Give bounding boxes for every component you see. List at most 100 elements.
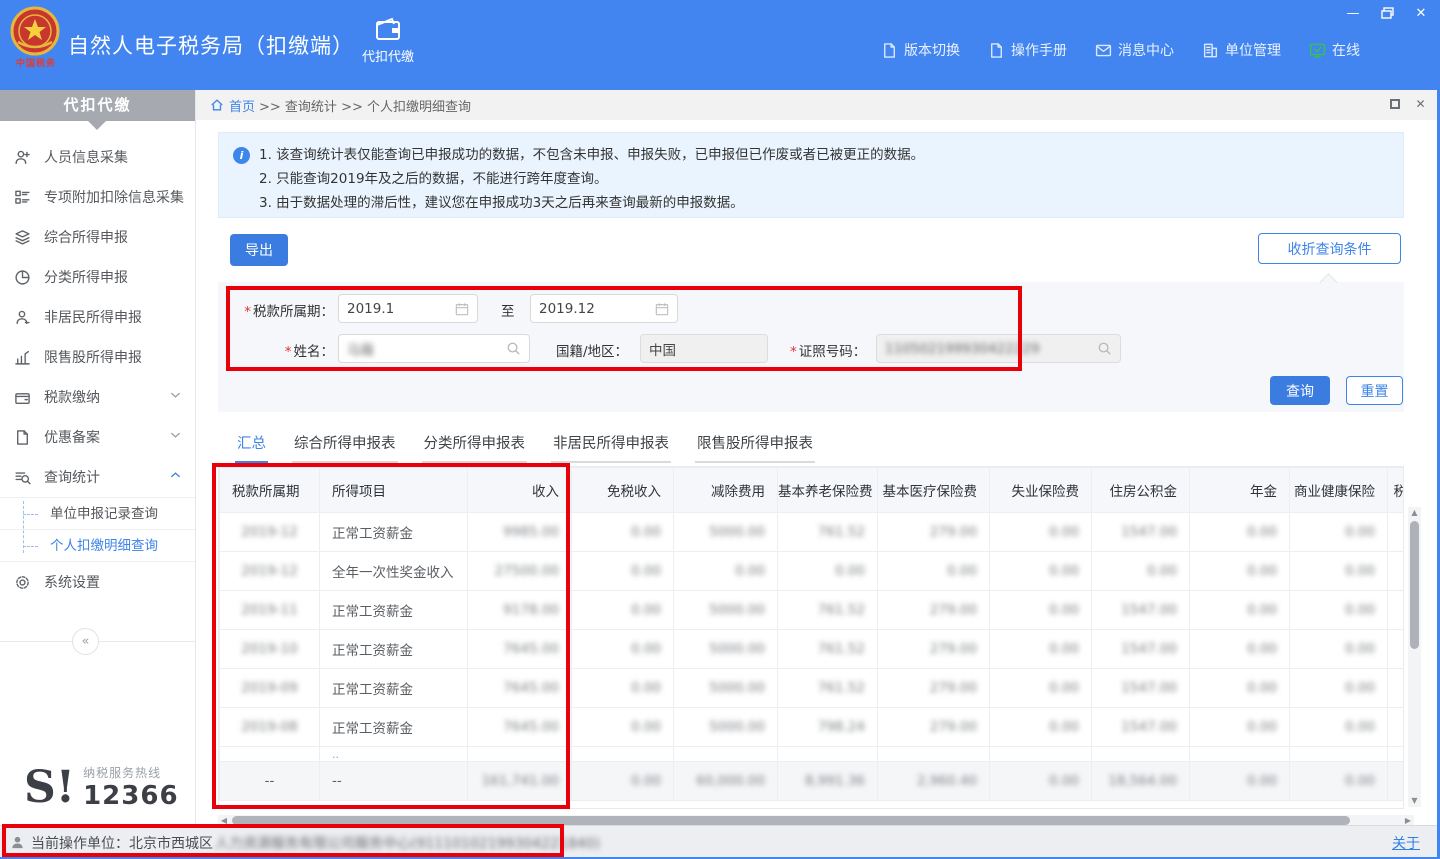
chevron-down-icon — [170, 391, 181, 399]
search-icon[interactable] — [1097, 341, 1112, 356]
sidebar-item-6[interactable]: 限售股所得申报 — [0, 337, 195, 377]
name-input[interactable]: 马薇 — [338, 334, 530, 363]
scroll-left-arrow[interactable]: ◀ — [218, 816, 230, 825]
result-tabs: 汇总综合所得申报表分类所得申报表非居民所得申报表限售股所得申报表 — [235, 428, 815, 463]
tab-5[interactable]: 限售股所得申报表 — [695, 428, 815, 463]
hotline-logo: S! 纳税服务热线 12366 — [24, 764, 179, 811]
window-minimize-button[interactable]: — — [1344, 4, 1362, 22]
top-menu-item-4[interactable]: 单位管理 — [1202, 40, 1281, 60]
app-title: 自然人电子税务局（扣缴端） — [68, 30, 354, 60]
table-row[interactable]: 2019-08正常工资薪金7645.000.005000.00798.24279… — [220, 708, 1405, 747]
sidebar-item-8[interactable]: 优惠备案 — [0, 417, 195, 457]
panel-close-button[interactable]: ✕ — [1414, 98, 1427, 111]
table-row[interactable]: 2019-11正常工资薪金9178.000.005000.00761.52279… — [220, 591, 1405, 630]
hotline-label: 纳税服务热线 — [83, 764, 178, 781]
home-icon — [210, 98, 224, 112]
scroll-up-arrow[interactable]: ▲ — [1408, 507, 1421, 519]
scroll-right-arrow[interactable]: ▶ — [1402, 816, 1414, 825]
tab-1[interactable]: 汇总 — [235, 428, 268, 463]
nationality-input[interactable]: 中国 — [640, 334, 768, 363]
result-table-wrap: 税款所属期所得项目收入免税收入减除费用基本养老保险费基本医疗保险费失业保险费住房… — [218, 466, 1404, 809]
wallet-icon — [14, 388, 34, 406]
sidebar-header-caret — [88, 121, 106, 130]
table-row[interactable]: 2019-09正常工资薪金7645.000.005000.00761.52279… — [220, 669, 1405, 708]
id-number-input[interactable]: 110502199930422229 — [876, 334, 1121, 363]
document-icon — [988, 42, 1005, 59]
period-label: *税款所属期： — [244, 300, 334, 320]
sidebar-item-7[interactable]: 税款缴纳 — [0, 377, 195, 417]
collapse-filters-button[interactable]: 收折查询条件 — [1258, 233, 1401, 264]
sidebar-item-4[interactable]: 分类所得申报 — [0, 257, 195, 297]
info-icon: i — [233, 147, 250, 164]
chevron-up-icon — [170, 471, 181, 479]
tab-3[interactable]: 分类所得申报表 — [422, 428, 528, 463]
document-icon — [881, 42, 898, 59]
vertical-scrollbar-thumb[interactable] — [1410, 521, 1419, 649]
period-to-label: 至 — [501, 300, 515, 320]
export-button[interactable]: 导出 — [230, 234, 288, 266]
sidebar-item-9[interactable]: 查询统计 — [0, 457, 195, 497]
sidebar-menu: 人员信息采集 专项附加扣除信息采集 综合所得申报 分类所得申报 非居民所得申报 — [0, 137, 195, 602]
table-row[interactable]: 2019-12全年一次性奖金收入27500.000.000.000.000.00… — [220, 552, 1405, 591]
column-header-1: 税款所属期 — [220, 468, 320, 513]
table-total-row[interactable]: ----161,741.000.0060,000.008,991.362,960… — [220, 762, 1405, 801]
filter-panel: *税款所属期： 2019.1 至 2019.12 *姓名： 马薇 国籍/地区： … — [218, 282, 1404, 412]
horizontal-scrollbar-thumb[interactable] — [232, 816, 1350, 825]
calendar-icon — [655, 302, 669, 316]
window-restore-button[interactable] — [1378, 4, 1396, 22]
column-header-11: 商业健康保险 — [1290, 468, 1388, 513]
hotline-mark: S! — [24, 768, 75, 808]
table-row[interactable]: 2019-10正常工资薪金7645.000.005000.00761.52279… — [220, 630, 1405, 669]
wallet-icon — [374, 16, 402, 42]
chevron-down-icon — [170, 431, 181, 439]
column-header-7: 基本医疗保险费 — [878, 468, 990, 513]
name-label: *姓名： — [285, 340, 334, 360]
window-close-button[interactable]: ✕ — [1412, 4, 1430, 22]
breadcrumb-path: >> 查询统计 >> 个人扣缴明细查询 — [259, 96, 471, 115]
top-menu-item-3[interactable]: 消息中心 — [1095, 40, 1174, 60]
result-table: 税款所属期所得项目收入免税收入减除费用基本养老保险费基本医疗保险费失业保险费住房… — [219, 467, 1404, 801]
table-row[interactable]: 2019-12正常工资薪金9985.000.005000.00761.52279… — [220, 513, 1405, 552]
tax-bureau-emblem-logo: 中国税务 — [10, 6, 62, 76]
main-panel: 首页 >> 查询统计 >> 个人扣缴明细查询 ✕ i 1. 该查询统计表仅能查询… — [196, 90, 1437, 825]
sidebar: 代扣代缴 人员信息采集 专项附加扣除信息采集 综合所得申报 分类所得申报 非居民 — [0, 90, 196, 825]
breadcrumb-home-link[interactable]: 首页 — [229, 96, 255, 115]
query-button[interactable]: 查询 — [1270, 376, 1330, 405]
top-menu-item-1[interactable]: 版本切换 — [881, 40, 960, 60]
period-from-input[interactable]: 2019.1 — [338, 294, 478, 323]
top-menu-item-2[interactable]: 操作手册 — [988, 40, 1067, 60]
search-icon[interactable] — [506, 341, 521, 356]
sidebar-item-5[interactable]: 非居民所得申报 — [0, 297, 195, 337]
status-bar: 当前操作单位：北京市西城区 人力资源服务有限公司服务中心(91110102199… — [0, 825, 1440, 859]
scroll-down-arrow[interactable]: ▼ — [1408, 795, 1421, 807]
period-to-input[interactable]: 2019.12 — [530, 294, 678, 323]
notice-box: i 1. 该查询统计表仅能查询已申报成功的数据，不包含未申报、申报失败，已申报但… — [218, 132, 1404, 218]
gear-icon — [14, 573, 34, 591]
hotline-number: 12366 — [83, 781, 178, 811]
sidebar-item-10[interactable]: 系统设置 — [0, 562, 195, 602]
top-menu-item-5[interactable]: 在线 — [1309, 40, 1360, 60]
user-icon — [10, 835, 25, 850]
sidebar-item-2[interactable]: 专项附加扣除信息采集 — [0, 177, 195, 217]
sidebar-item-3[interactable]: 综合所得申报 — [0, 217, 195, 257]
panel-maximize-button[interactable] — [1390, 99, 1400, 109]
column-header-4: 免税收入 — [572, 468, 674, 513]
vertical-scrollbar[interactable]: ▲ ▼ — [1408, 507, 1421, 807]
tab-4[interactable]: 非居民所得申报表 — [551, 428, 671, 463]
sidebar-collapse-button[interactable]: « — [72, 628, 99, 655]
sidebar-subitem-2[interactable]: 个人扣缴明细查询 — [0, 529, 195, 561]
column-header-5: 减除费用 — [674, 468, 778, 513]
document-icon — [14, 428, 34, 446]
sidebar-subitem-1[interactable]: 单位申报记录查询 — [0, 497, 195, 529]
notice-line-1: 1. 该查询统计表仅能查询已申报成功的数据，不包含未申报、申报失败，已申报但已作… — [259, 143, 1389, 167]
search-list-icon — [14, 468, 34, 486]
header-tab-withholding[interactable]: 代扣代缴 — [348, 16, 428, 78]
notice-line-3: 3. 由于数据处理的滞后性，建议您在申报成功3天之后再来查询最新的申报数据。 — [259, 191, 1389, 215]
about-link[interactable]: 关于 — [1392, 836, 1420, 852]
reset-button[interactable]: 重置 — [1346, 376, 1403, 405]
sidebar-item-1[interactable]: 人员信息采集 — [0, 137, 195, 177]
column-header-2: 所得项目 — [320, 468, 468, 513]
current-unit-label: 当前操作单位：北京市西城区 — [31, 833, 213, 853]
list-icon — [14, 188, 34, 206]
tab-2[interactable]: 综合所得申报表 — [292, 428, 398, 463]
